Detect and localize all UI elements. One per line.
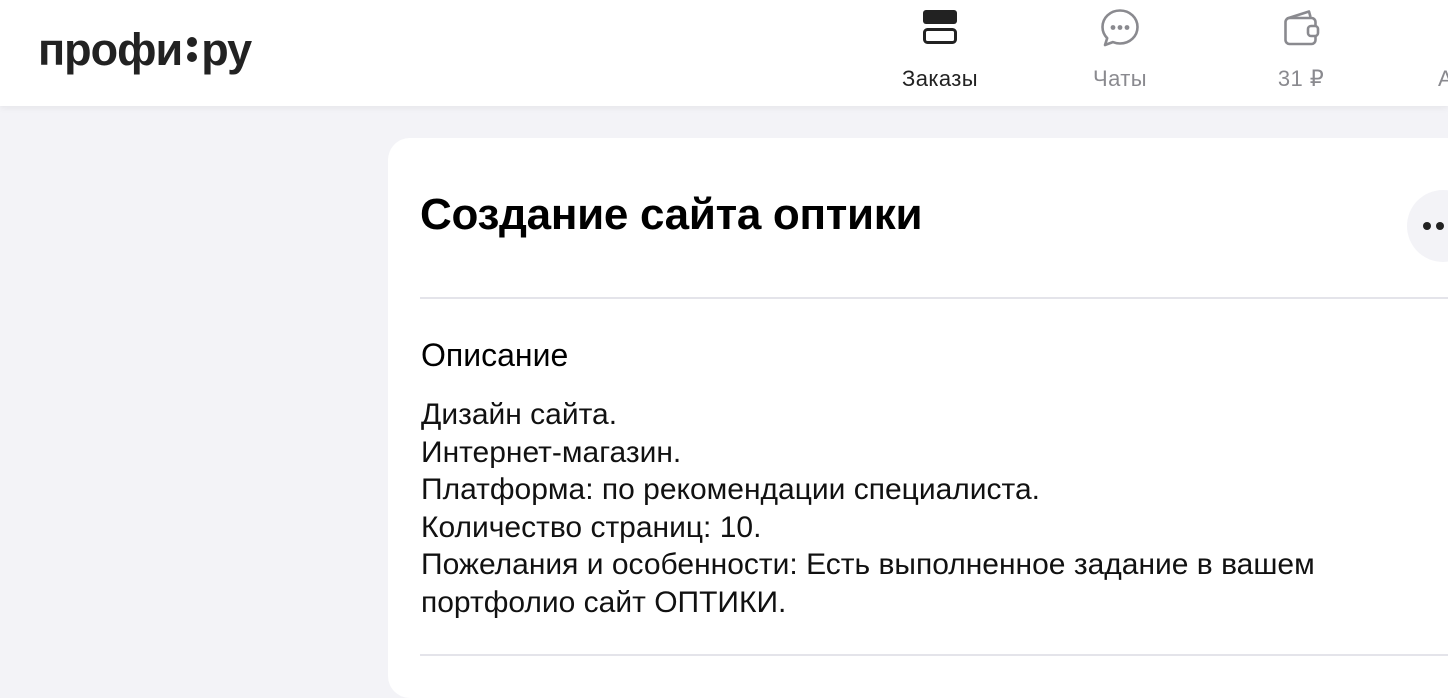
description-line: Платформа: по рекомендации специалиста. [421,473,1040,507]
orders-icon [923,10,957,44]
description-heading: Описание [421,337,569,373]
nav-orders[interactable]: Заказы [870,0,1010,106]
wallet-icon [1284,10,1320,46]
nav-chats[interactable]: Чаты [1050,0,1190,106]
nav-chats-label: Чаты [1093,66,1147,91]
description-line: Количество страниц: 10. [421,510,762,544]
description-line: Дизайн сайта. [421,398,618,431]
nav-orders-label: Заказы [902,66,978,91]
top-header: профи ру Заказы Чаты 31 ₽ А [0,0,1448,106]
profi-logo[interactable]: профи ру [38,22,252,76]
divider [420,654,1448,656]
logo-text-right: ру [201,23,252,75]
more-dots-icon [1436,222,1444,230]
nav-wallet-label: 31 ₽ [1277,66,1325,91]
description-line: Пожелания и особенности: Есть выполненно… [421,548,1315,582]
logo-text-left: профи [38,23,183,75]
logo-colon-mark [186,33,198,65]
description-line: Интернет-магазин. [421,435,682,469]
nav-wallet[interactable]: 31 ₽ [1231,0,1371,106]
more-dots-icon [1423,222,1431,230]
description-line: портфолио сайт ОПТИКИ. [421,585,787,619]
order-title: Создание сайта оптики [420,190,923,239]
nav-item-cut-label[interactable]: А [1438,66,1448,92]
description-text: Дизайн сайта. Интернет-магазин. Платформ… [421,396,1441,622]
chat-bubble-icon [1101,9,1139,47]
divider [420,297,1448,299]
